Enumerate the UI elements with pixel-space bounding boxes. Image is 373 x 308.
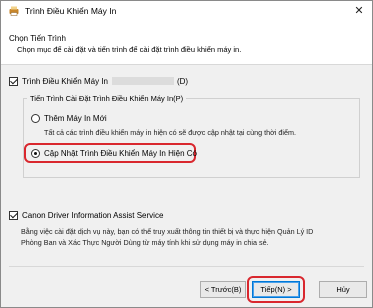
page-header: Chọn Tiến Trình Chọn mục để cài đặt và t… [1, 22, 372, 65]
printer-driver-checkbox[interactable]: Trình Điều Khiển Máy In (D) [9, 77, 188, 86]
radio-add-new-printer[interactable]: Thêm Máy In Mới [31, 114, 107, 123]
cancel-button[interactable]: Hủy [319, 281, 367, 298]
checkbox-checked-icon[interactable] [9, 77, 18, 86]
footer-divider [9, 266, 364, 267]
printer-app-icon [9, 6, 19, 16]
installer-window: Trình Điều Khiển Máy In ✕ Chọn Tiến Trìn… [0, 0, 373, 308]
printer-driver-label: Trình Điều Khiển Máy In [22, 77, 108, 86]
radio-selected-icon[interactable] [31, 149, 40, 158]
assist-service-checkbox[interactable]: Canon Driver Information Assist Service [9, 211, 163, 220]
next-button[interactable]: Tiếp(N) > [252, 281, 300, 298]
assist-description-line2: Phòng Ban và Xác Thực Người Dùng từ máy … [21, 238, 269, 247]
install-process-group [23, 98, 360, 178]
window-title: Trình Điều Khiển Máy In [25, 6, 117, 16]
assist-service-label: Canon Driver Information Assist Service [22, 211, 164, 220]
title-bar: Trình Điều Khiển Máy In ✕ [1, 1, 372, 22]
add-new-description: Tất cả các trình điều khiển máy in hiện … [44, 128, 296, 137]
page-title: Chọn Tiến Trình [9, 34, 66, 43]
redacted-printer-name [111, 77, 174, 85]
radio-update-existing[interactable]: Cập Nhật Trình Điều Khiển Máy In Hiện Có [31, 149, 197, 158]
install-process-legend: Tiến Trình Cài Đặt Trình Điều Khiển Máy … [27, 94, 187, 103]
printer-driver-suffix: (D) [176, 77, 189, 86]
radio-unselected-icon[interactable] [31, 114, 40, 123]
radio-add-new-label: Thêm Máy In Mới [44, 114, 107, 123]
assist-description-line1: Bằng việc cài đặt dịch vụ này, bạn có th… [21, 227, 314, 236]
checkbox-checked-icon[interactable] [9, 211, 18, 220]
back-button[interactable]: < Trước(B) [200, 281, 246, 298]
close-icon[interactable]: ✕ [352, 4, 366, 18]
page-subtitle: Chọn mục để cài đặt và tiến trình để cài… [17, 45, 242, 54]
radio-update-label: Cập Nhật Trình Điều Khiển Máy In Hiện Có [44, 149, 197, 158]
